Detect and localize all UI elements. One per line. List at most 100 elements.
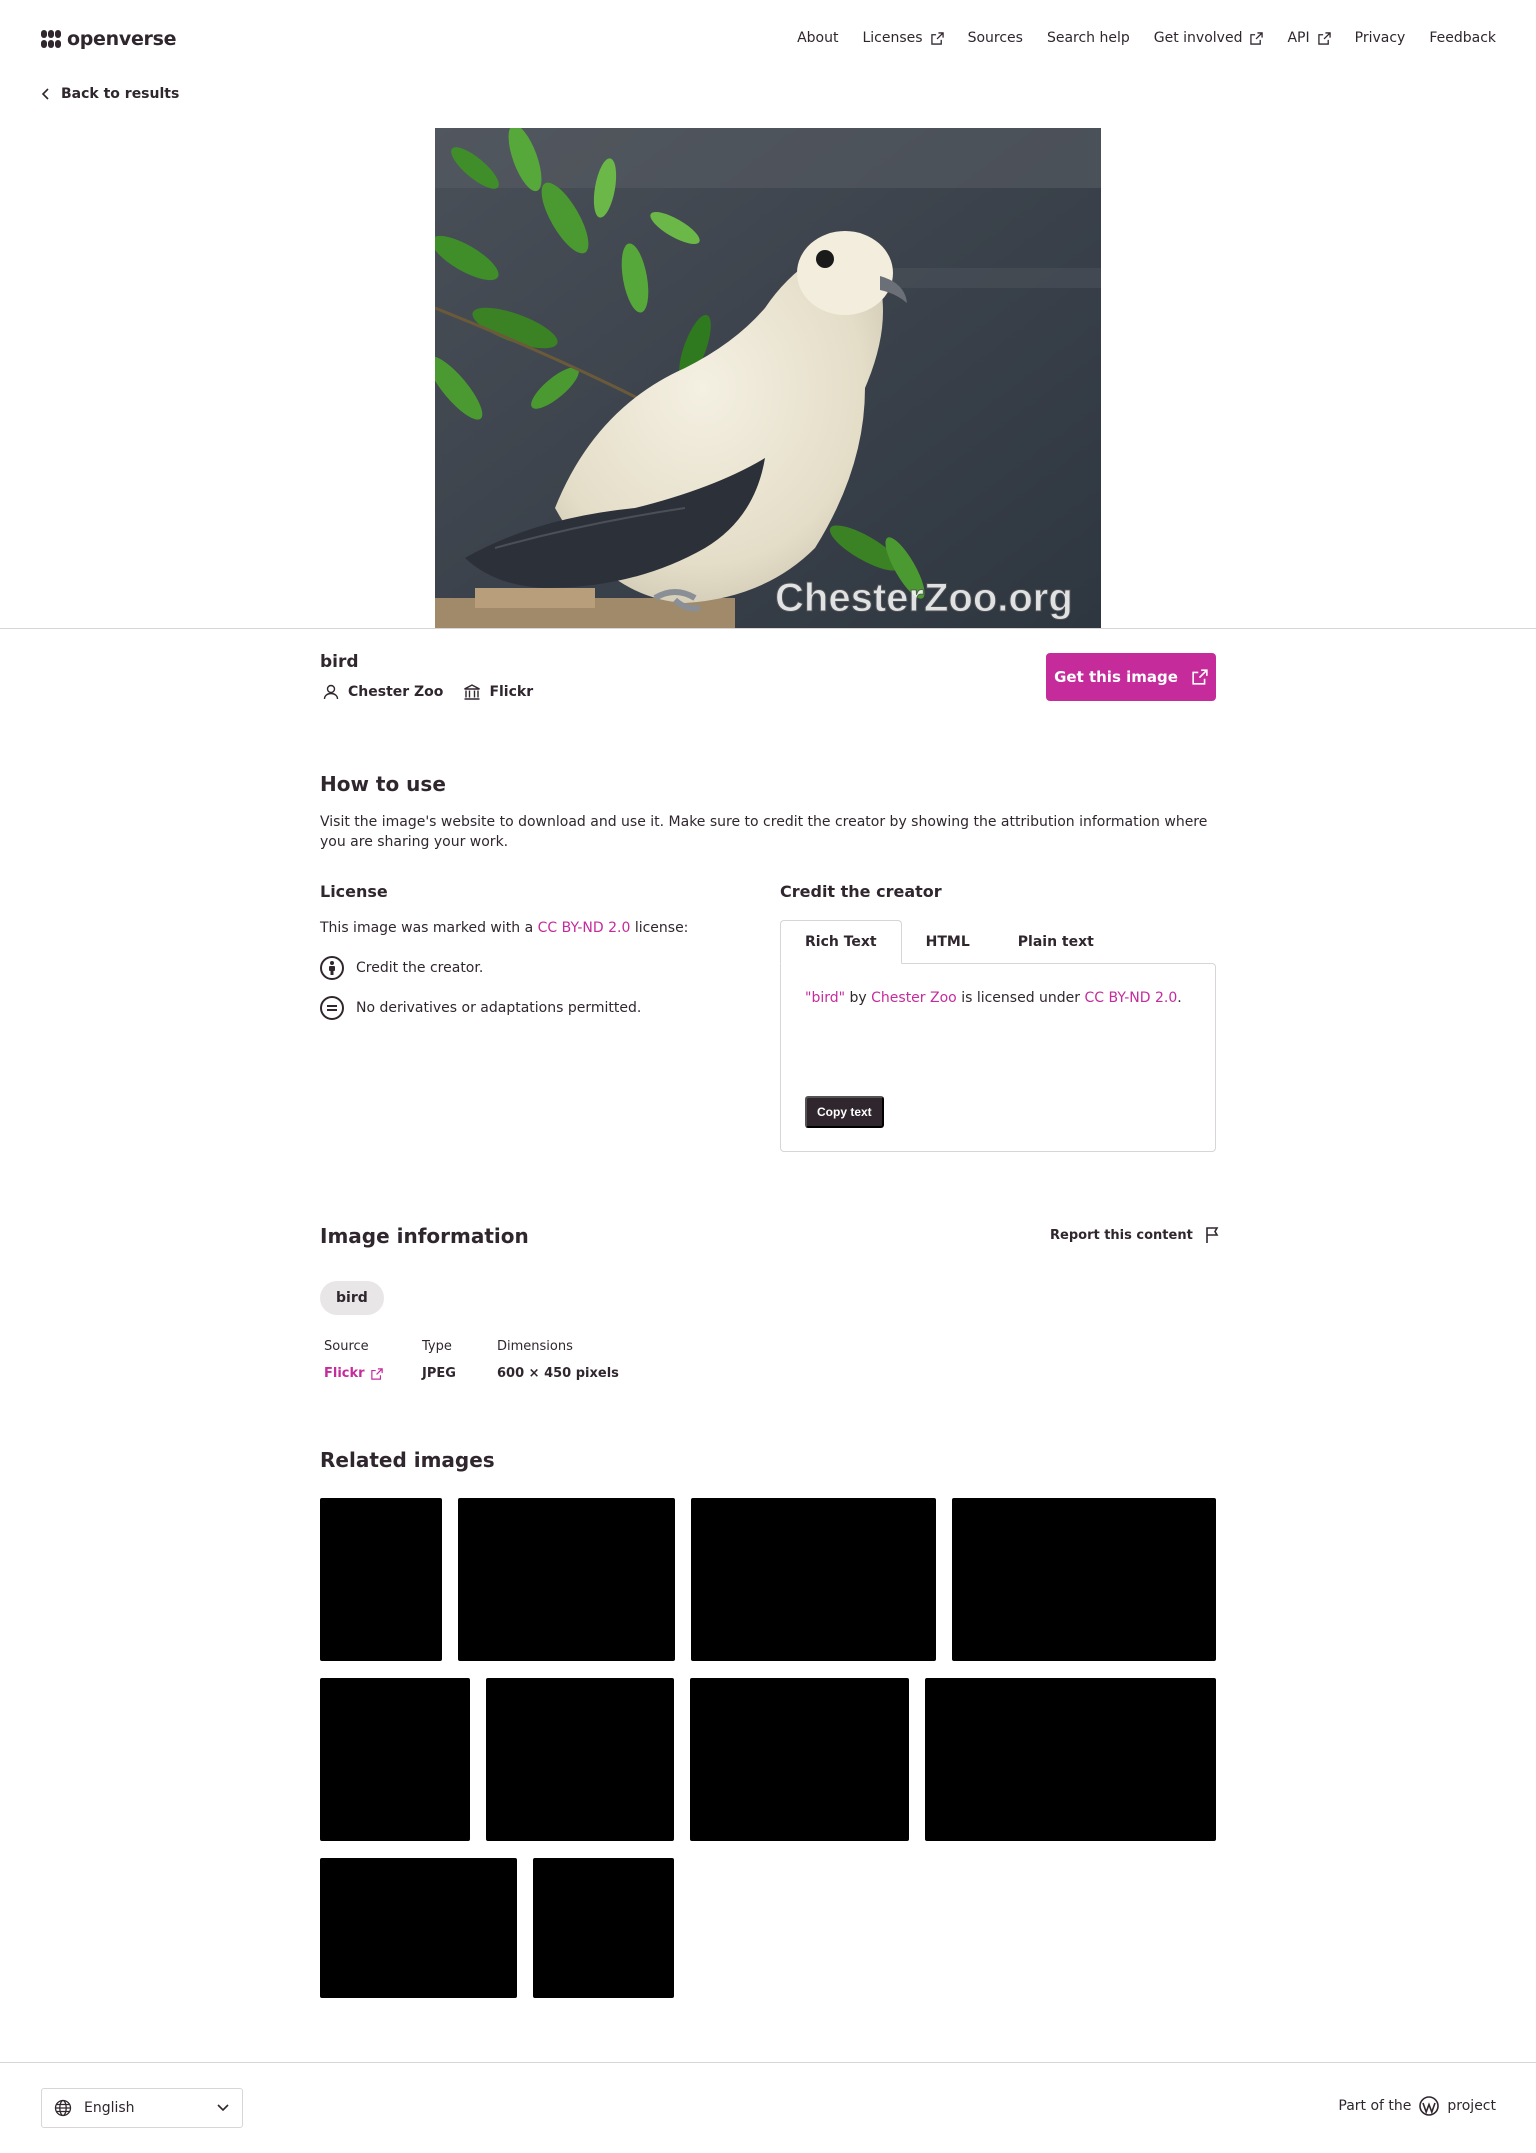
external-link-icon (370, 1367, 383, 1380)
related-image[interactable] (458, 1498, 675, 1661)
nav-api[interactable]: API (1287, 30, 1331, 46)
how-to-use-heading: How to use (320, 772, 446, 796)
nav-search-help[interactable]: Search help (1047, 30, 1130, 46)
attribution-text: "bird" by Chester Zoo is licensed under … (805, 990, 1182, 1006)
external-link-icon (1192, 669, 1208, 685)
license-term-text: No derivatives or adaptations permitted. (356, 1000, 642, 1016)
provider-name: Flickr (489, 684, 534, 700)
nav-feedback-label: Feedback (1429, 30, 1496, 46)
wordpress-credit: Part of the project (1338, 2096, 1496, 2116)
creator-name: Chester Zoo (348, 684, 444, 700)
external-link-icon (1317, 31, 1331, 45)
info-dimensions: Dimensions 600 × 450 pixels (497, 1339, 619, 1381)
type-label: Type (422, 1339, 452, 1354)
source-link[interactable]: Flickr (324, 1366, 383, 1381)
related-image[interactable] (320, 1498, 442, 1661)
license-heading: License (320, 882, 388, 901)
brand-name: openverse (67, 28, 177, 50)
related-image[interactable] (691, 1498, 936, 1661)
related-image[interactable] (320, 1678, 470, 1841)
attribution-end: . (1177, 990, 1182, 1006)
get-this-image-button[interactable]: Get this image (1046, 653, 1216, 701)
language-select[interactable]: English (41, 2088, 243, 2128)
nav-about[interactable]: About (797, 30, 838, 46)
source-label: Source (324, 1339, 369, 1354)
watermark-text: ChesterZoo.org (775, 576, 1073, 620)
credit-heading: Credit the creator (780, 882, 942, 901)
chevron-down-icon (217, 2104, 229, 2112)
globe-icon (54, 2099, 72, 2117)
nav-get-involved[interactable]: Get involved (1154, 30, 1264, 46)
openverse-logo-icon (41, 30, 61, 48)
dimensions-label: Dimensions (497, 1339, 573, 1354)
related-image[interactable] (925, 1678, 1216, 1841)
openverse-logo[interactable]: openverse (41, 28, 177, 50)
bird-photo: ChesterZoo.org (435, 128, 1101, 628)
type-value: JPEG (422, 1366, 456, 1381)
related-images-heading: Related images (320, 1448, 495, 1472)
attribution-licensed: is licensed under (961, 990, 1081, 1006)
nav-licenses-label: Licenses (862, 30, 923, 46)
person-icon (323, 684, 339, 700)
creator-link[interactable]: Chester Zoo (322, 683, 443, 701)
external-link-icon (930, 31, 944, 45)
main-nav: About Licenses Sources Search help Get i… (797, 30, 1496, 46)
license-term-no-derivatives: No derivatives or adaptations permitted. (320, 996, 641, 1020)
credit-panel: "bird" by Chester Zoo is licensed under … (780, 963, 1216, 1152)
image-title: bird (320, 652, 359, 672)
get-this-image-label: Get this image (1054, 668, 1178, 686)
site-header: openverse About Licenses Sources Search … (0, 0, 1536, 80)
credit-tabs: Rich Text HTML Plain text (780, 920, 1216, 964)
related-image[interactable] (486, 1678, 674, 1841)
attribution-by: by (849, 990, 867, 1006)
back-to-results-label: Back to results (61, 86, 180, 102)
divider (0, 628, 1536, 629)
license-prefix: This image was marked with a (320, 920, 534, 936)
tag-chip[interactable]: bird (320, 1281, 384, 1315)
external-link-icon (1250, 31, 1264, 45)
license-link[interactable]: CC BY-ND 2.0 (538, 920, 631, 936)
provider-link[interactable]: Flickr (463, 683, 533, 701)
copy-text-button[interactable]: Copy text (805, 1096, 884, 1128)
dimensions-value: 600 × 450 pixels (497, 1366, 619, 1381)
related-image[interactable] (533, 1858, 674, 1998)
image-information-heading: Image information (320, 1224, 529, 1248)
source-value: Flickr (324, 1366, 365, 1381)
part-of-label: Part of the (1338, 2098, 1412, 2114)
back-to-results-link[interactable]: Back to results (41, 86, 179, 102)
nav-sources[interactable]: Sources (968, 30, 1023, 46)
attribution-icon (320, 956, 344, 980)
flag-icon (1205, 1227, 1219, 1243)
license-statement: This image was marked with a CC BY-ND 2.… (320, 920, 688, 936)
related-image[interactable] (690, 1678, 909, 1841)
related-image[interactable] (320, 1858, 517, 1998)
nav-sources-label: Sources (967, 30, 1023, 46)
nav-get-involved-label: Get involved (1153, 30, 1243, 46)
language-value: English (84, 2100, 135, 2116)
hero-area: ChesterZoo.org (0, 128, 1536, 628)
nav-feedback[interactable]: Feedback (1429, 30, 1496, 46)
image-title-block: bird (320, 652, 359, 672)
attribution-license-link[interactable]: CC BY-ND 2.0 (1084, 990, 1177, 1006)
license-suffix: license: (634, 920, 689, 936)
nav-about-label: About (797, 30, 839, 46)
info-type: Type JPEG (422, 1339, 456, 1381)
how-to-use-description: Visit the image's website to download an… (320, 814, 1208, 850)
license-term-attribution: Credit the creator. (320, 956, 483, 980)
wordpress-icon[interactable] (1419, 2096, 1440, 2116)
license-term-text: Credit the creator. (356, 960, 484, 976)
institution-icon (464, 684, 481, 700)
chevron-left-icon (41, 88, 49, 100)
footer-divider (0, 2062, 1536, 2063)
tab-html[interactable]: HTML (902, 920, 994, 964)
tab-rich-text[interactable]: Rich Text (780, 920, 902, 964)
nav-api-label: API (1287, 30, 1310, 46)
nav-licenses[interactable]: Licenses (862, 30, 944, 46)
report-content-button[interactable]: Report this content (1050, 1226, 1221, 1244)
nav-privacy[interactable]: Privacy (1355, 30, 1406, 46)
tab-plain-text[interactable]: Plain text (994, 920, 1118, 964)
attribution-title-link[interactable]: "bird" (805, 990, 845, 1006)
related-image[interactable] (952, 1498, 1216, 1661)
attribution-creator-link[interactable]: Chester Zoo (871, 990, 957, 1006)
main-image[interactable]: ChesterZoo.org (435, 128, 1101, 628)
